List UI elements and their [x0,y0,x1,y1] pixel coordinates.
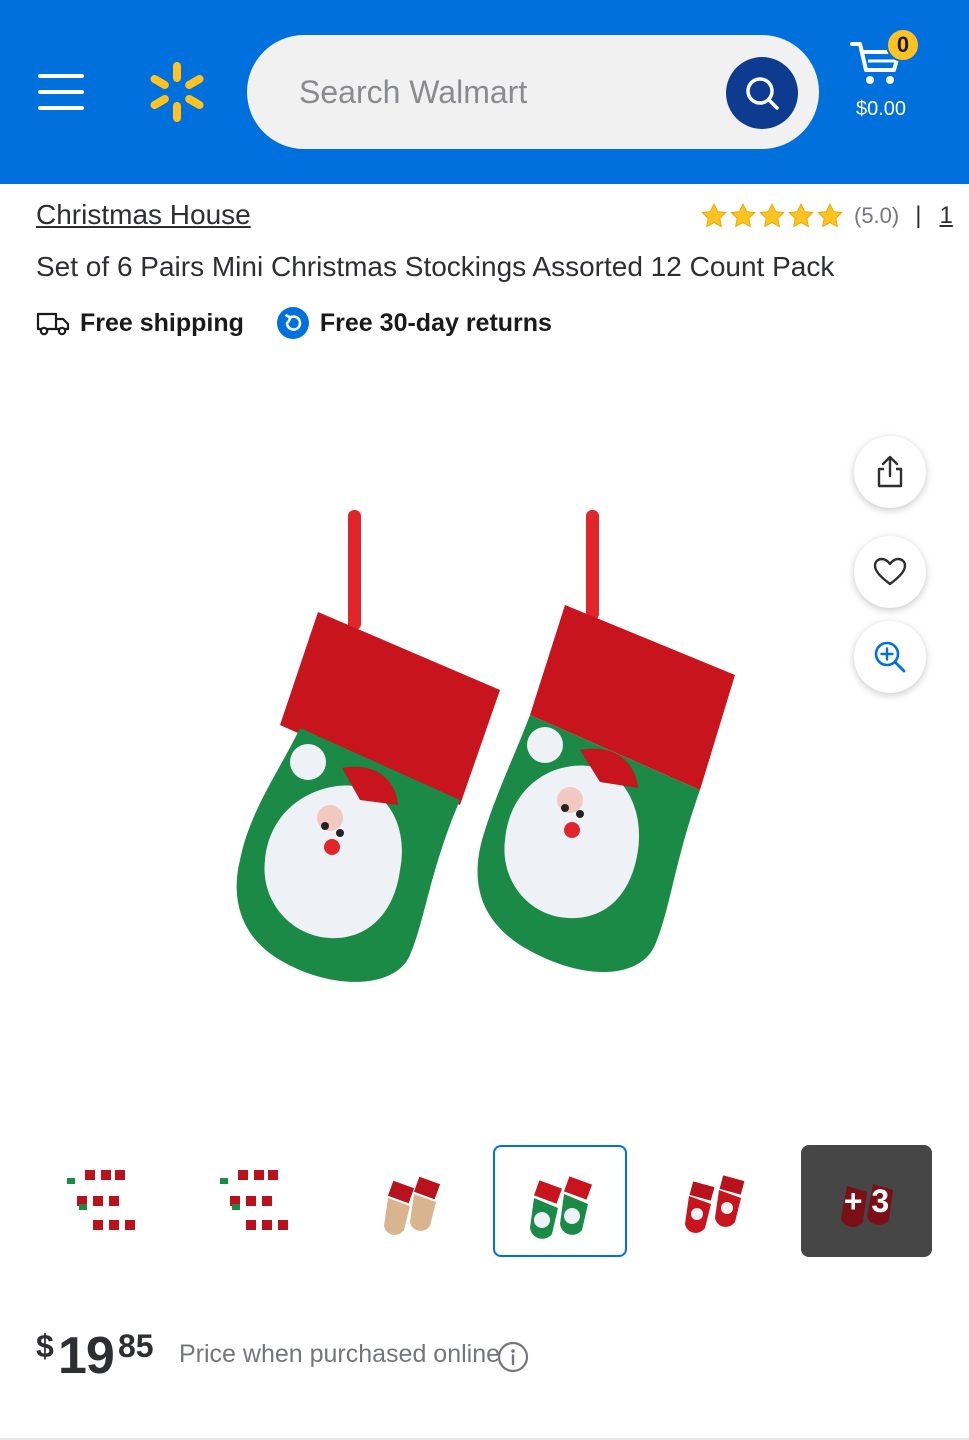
favorite-button[interactable] [854,536,926,608]
perk-label: Free 30-day returns [319,308,552,337]
star-icon [701,203,727,228]
heart-icon [873,557,907,586]
top-header: 0 $0.00 [0,0,969,184]
cart-total: $0.00 [855,98,907,120]
product-title: Set of 6 Pairs Mini Christmas Stockings … [36,251,835,282]
star-icon [788,203,814,228]
star-icon [730,203,756,228]
search-bar[interactable] [247,35,819,149]
thumbnail-5[interactable] [648,1145,782,1257]
perk-label: Free shipping [80,308,244,337]
zoom-in-icon [874,641,906,673]
return-icon [276,307,309,339]
rating-value: (5.0) [854,203,900,228]
brand-link[interactable]: Christmas House [36,199,251,231]
rating-separator: | [915,202,922,229]
thumbnail-strip: + 3 [40,1145,932,1257]
star-icon [759,203,785,228]
search-button[interactable] [726,57,798,129]
thumbnail-more[interactable]: + 3 [801,1145,932,1257]
thumbnail-2[interactable] [193,1145,327,1257]
stocking-right-graphic [477,510,735,973]
review-count-link[interactable]: 1 [939,202,952,230]
perks-row: Free shipping Free 30-day returns [36,304,552,342]
price-currency: $ [36,1328,54,1364]
walmart-spark-logo[interactable] [145,60,209,124]
menu-icon[interactable] [36,72,86,112]
rating-stars [700,202,844,230]
share-button[interactable] [854,436,926,508]
cart-count-badge: 0 [886,28,920,62]
thumbnail-3[interactable] [345,1145,479,1257]
rating-summary[interactable]: (5.0) | 1 [700,198,953,234]
thumbnail-4[interactable] [493,1145,627,1257]
star-icon [817,203,843,228]
product-main-image[interactable] [220,500,750,1000]
search-input[interactable] [299,69,699,115]
search-icon [746,77,779,110]
price-cents: 85 [118,1328,154,1364]
price-dollars: 19 [58,1327,115,1385]
price-note: Price when purchased online [179,1340,501,1368]
perk-free-shipping: Free shipping [36,309,244,338]
more-images-label: + 3 [843,1182,890,1219]
thumbnail-1[interactable] [40,1145,174,1257]
share-icon [877,455,903,488]
info-icon[interactable] [497,1341,529,1373]
perk-free-returns: Free 30-day returns [276,306,552,340]
stocking-left-graphic [236,510,500,982]
zoom-button[interactable] [854,621,926,693]
truck-icon [36,312,70,336]
cart-button[interactable]: 0 $0.00 [846,28,926,128]
